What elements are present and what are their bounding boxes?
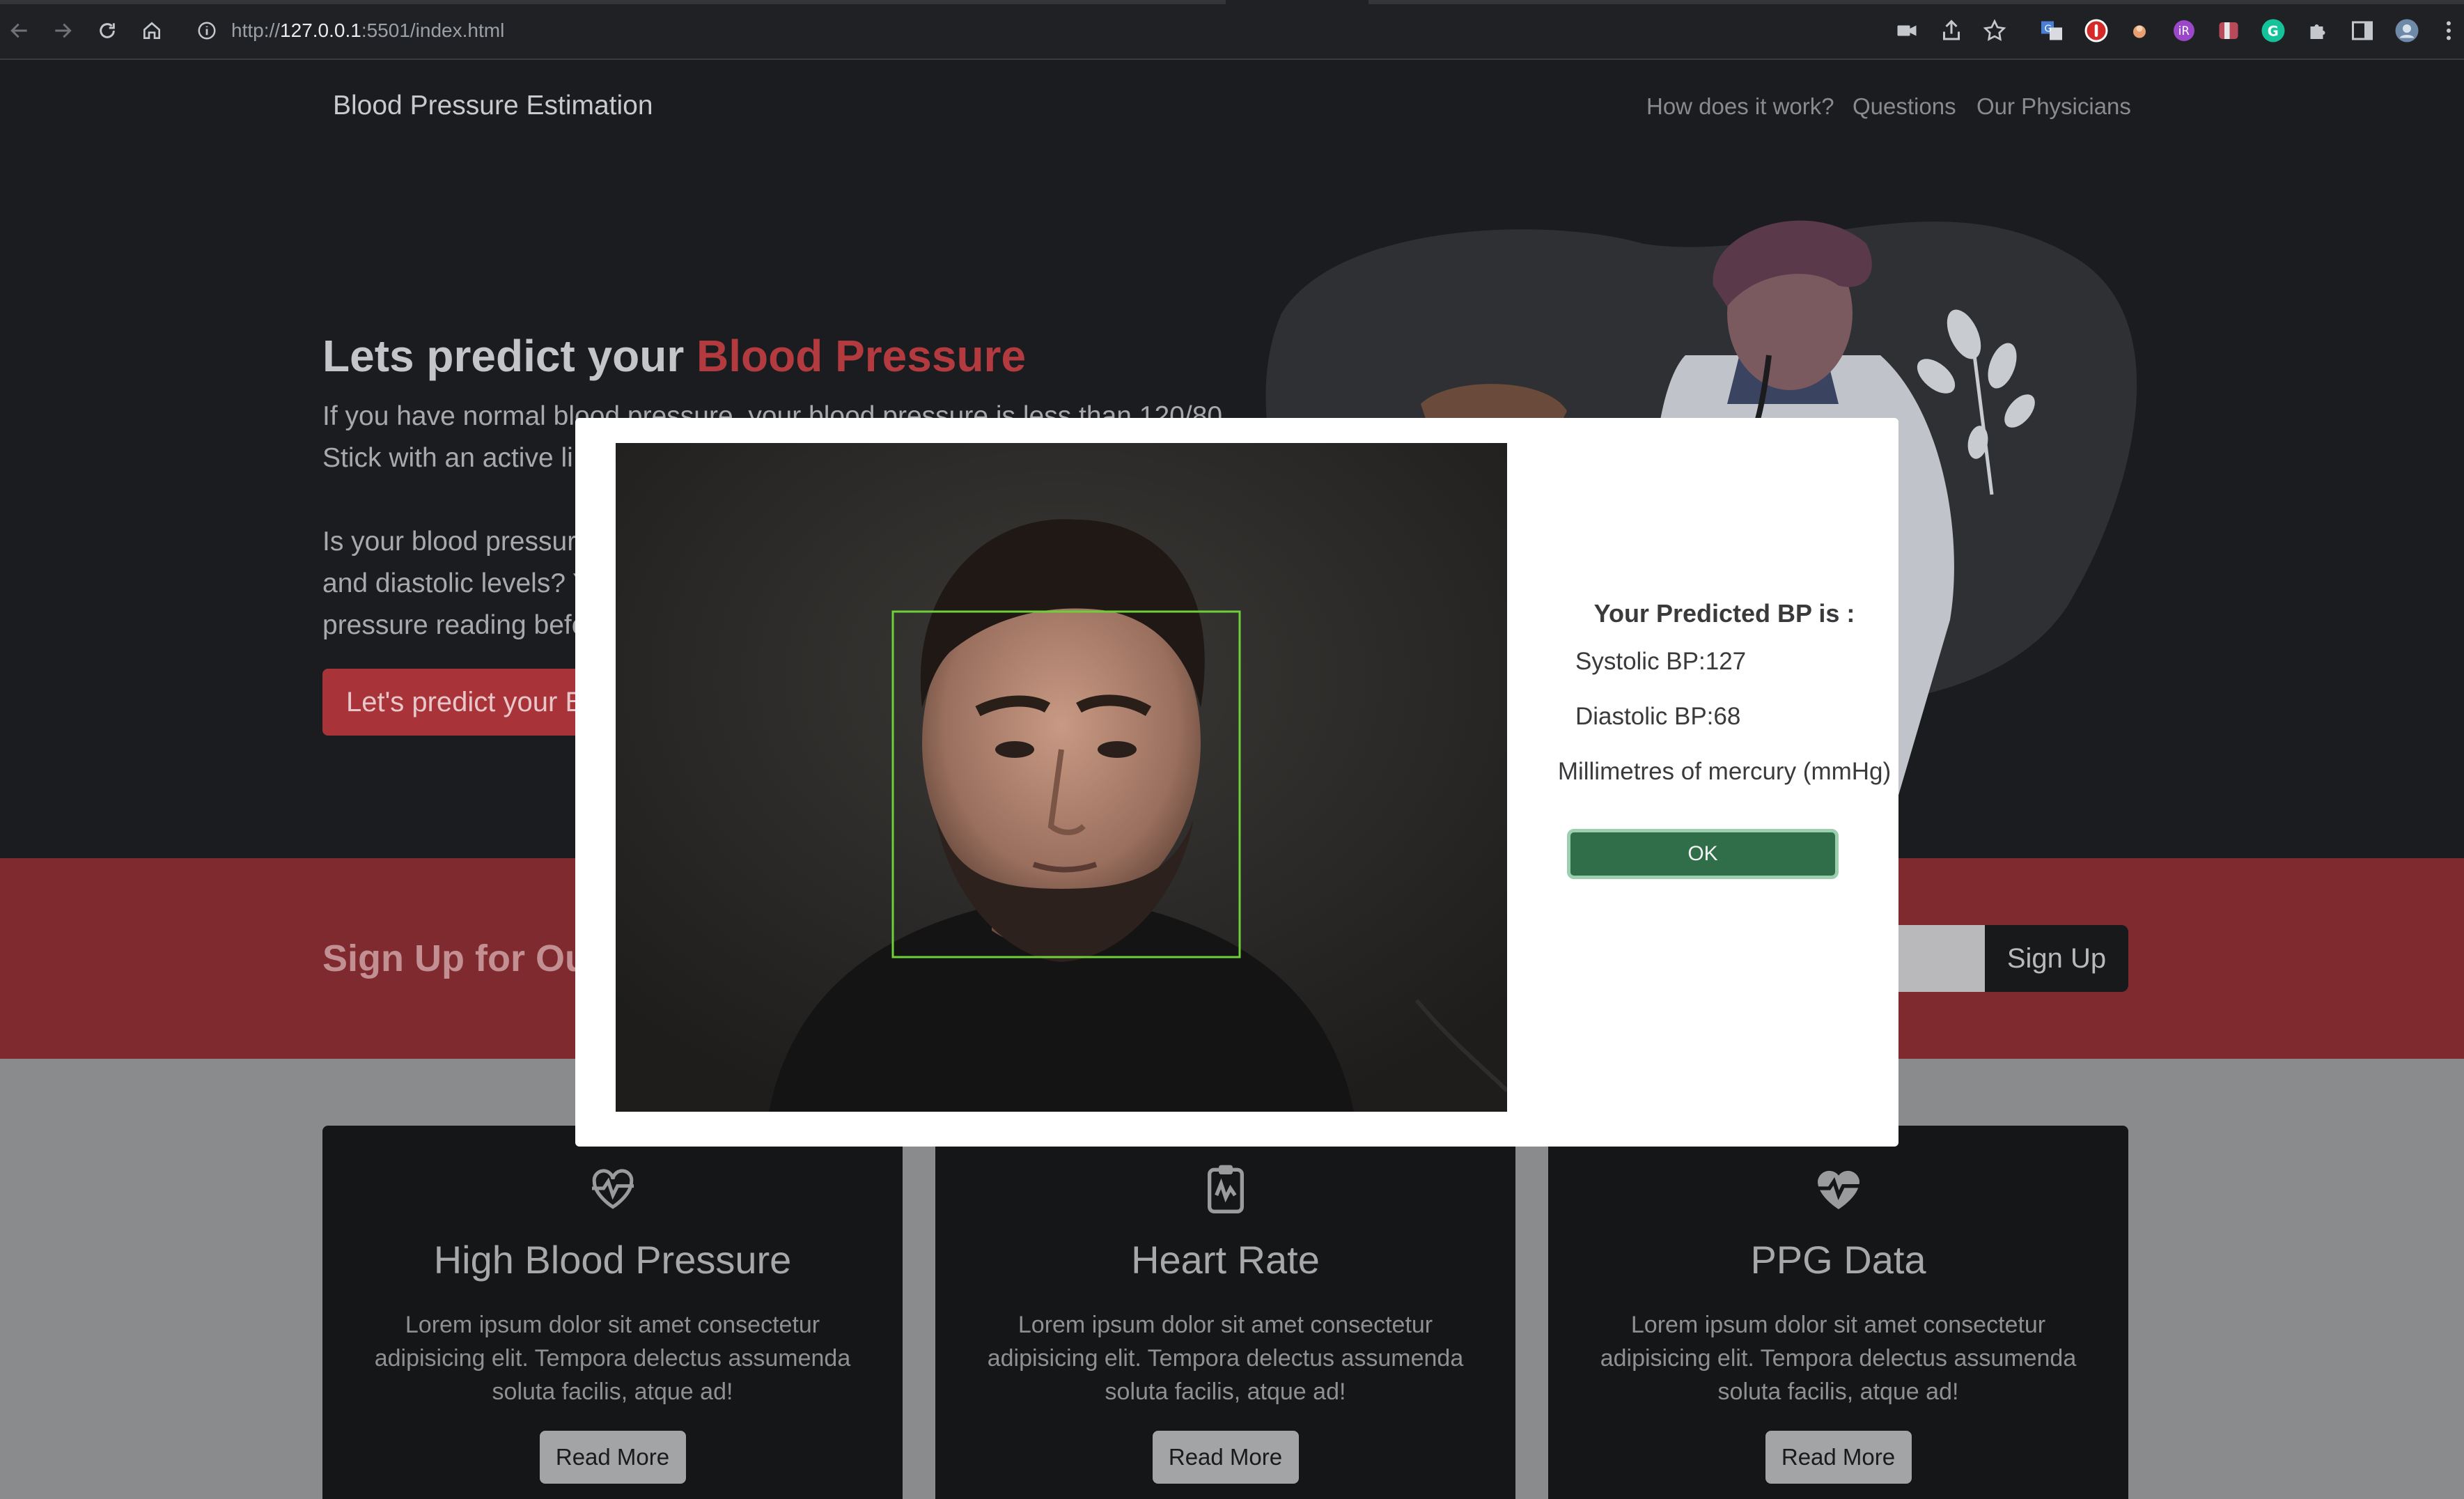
profile-avatar-icon[interactable] [2392, 15, 2422, 46]
nav-link-questions[interactable]: Questions [1853, 93, 1956, 120]
card-text: Lorem ipsum dolor sit amet consectetur a… [1600, 1312, 2077, 1405]
card-title: PPG Data [1750, 1238, 1926, 1282]
prediction-modal: Your Predicted BP is : Systolic BP:127 D… [575, 418, 1898, 1147]
hero-text-line: pressure reading befo [322, 610, 587, 640]
url-host: 127.0.0.1 [280, 20, 361, 41]
heartbeat-icon [585, 1160, 641, 1216]
camera-icon[interactable] [1892, 15, 1922, 46]
extension-icon[interactable] [2213, 15, 2244, 46]
forward-icon[interactable] [46, 14, 79, 47]
brand-title[interactable]: Blood Pressure Estimation [333, 91, 653, 121]
adblock-extension-icon[interactable] [2081, 15, 2112, 46]
share-icon[interactable] [1936, 15, 1967, 46]
hero-text-line: and diastolic levels? Y [322, 568, 591, 598]
clipboard-pulse-icon [1198, 1160, 1254, 1216]
prediction-result: Your Predicted BP is : Systolic BP:127 D… [1550, 418, 1898, 1147]
ok-button[interactable]: OK [1567, 829, 1839, 879]
svg-text:G: G [2268, 24, 2279, 40]
hero-text-line: Stick with an active li [322, 443, 573, 473]
feature-card: High Blood Pressure Lorem ipsum dolor si… [322, 1126, 903, 1499]
more-menu-icon[interactable] [2433, 15, 2464, 46]
heart-pulse-icon [1811, 1160, 1866, 1216]
card-title: High Blood Pressure [433, 1238, 792, 1282]
prediction-heading: Your Predicted BP is : [1593, 599, 1855, 628]
diastolic-value: Diastolic BP:68 [1575, 703, 1741, 730]
card-text: Lorem ipsum dolor sit amet consectetur a… [374, 1312, 851, 1405]
feature-card: PPG Data Lorem ipsum dolor sit amet cons… [1548, 1126, 2128, 1499]
read-more-button[interactable]: Read More [539, 1431, 686, 1484]
feature-card: Heart Rate Lorem ipsum dolor sit amet co… [935, 1126, 1515, 1499]
reload-icon[interactable] [91, 14, 124, 47]
extension-icon[interactable]: iR [2169, 15, 2199, 46]
url-path: :5501/index.html [361, 20, 505, 41]
browser-toolbar: http://127.0.0.1:5501/index.html G iR G [0, 0, 2464, 60]
hero-text-line: Is your blood pressur [322, 527, 577, 557]
unit-label: Millimetres of mercury (mmHg) [1557, 758, 1892, 785]
url-prefix: http:// [231, 20, 281, 41]
webcam-capture [616, 443, 1507, 1112]
translate-icon[interactable]: G [2036, 15, 2067, 46]
tab-strip [0, 0, 2464, 4]
card-text: Lorem ipsum dolor sit amet consectetur a… [987, 1312, 1464, 1405]
signup-title: Sign Up for Ou [322, 938, 588, 979]
info-icon[interactable] [196, 20, 217, 41]
hero-title-prefix: Lets predict your [322, 331, 685, 381]
svg-text:G: G [2045, 24, 2052, 35]
hero-title-accent: Blood Pressure [696, 331, 1027, 381]
svg-text:iR: iR [2178, 24, 2190, 38]
home-icon[interactable] [135, 14, 169, 47]
systolic-value: Systolic BP:127 [1575, 648, 1747, 675]
signup-button[interactable]: Sign Up [1985, 925, 2128, 992]
back-icon[interactable] [3, 14, 36, 47]
webcam-frame-image [616, 443, 1507, 1112]
read-more-button[interactable]: Read More [1152, 1431, 1299, 1484]
hero-title: Lets predict your Blood Pressure [322, 330, 1026, 382]
nav-link-physicians[interactable]: Our Physicians [1976, 93, 2131, 120]
side-panel-icon[interactable] [2347, 15, 2378, 46]
puzzle-extensions-icon[interactable] [2302, 15, 2333, 46]
extension-icon[interactable] [2124, 15, 2155, 46]
grammarly-icon[interactable]: G [2258, 15, 2288, 46]
nav-link-how-it-works[interactable]: How does it work? [1646, 93, 1834, 120]
address-bar[interactable]: http://127.0.0.1:5501/index.html [182, 13, 2021, 49]
card-title: Heart Rate [1131, 1238, 1320, 1282]
star-icon[interactable] [1979, 15, 2010, 46]
read-more-button[interactable]: Read More [1765, 1431, 1912, 1484]
